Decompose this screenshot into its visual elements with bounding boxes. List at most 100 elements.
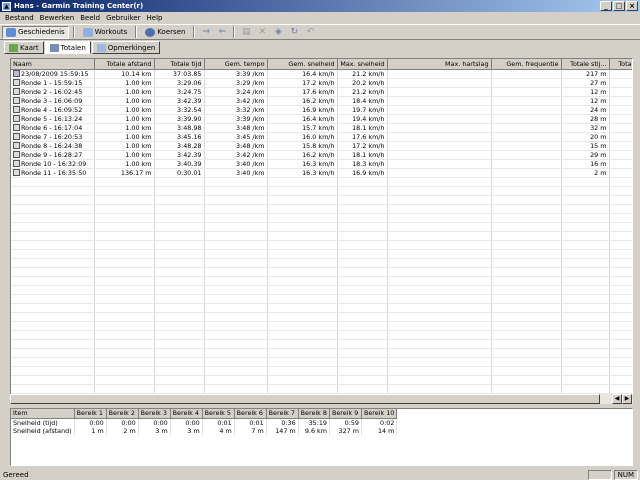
table-row[interactable]: Ronde 11 - 16:35:50 136.17 m 0:30.01 3:40 /… — [11, 168, 632, 178]
table-row[interactable]: Ronde 6 - 16:17:04 1.00 km 3:48.98 3:48 /km… — [11, 123, 632, 133]
empty-row — [11, 240, 632, 250]
zone-column-header[interactable]: Bereik 7 — [266, 409, 299, 419]
empty-cell — [387, 186, 492, 196]
tab-kaart[interactable]: Kaart — [4, 41, 44, 54]
empty-cell — [337, 267, 388, 277]
empty-cell — [491, 276, 562, 286]
table-cell — [387, 150, 492, 160]
empty-cell — [337, 213, 388, 223]
table-row[interactable]: Ronde 2 - 16:02:45 1.00 km 3:24.75 3:24 /km… — [11, 87, 632, 97]
row-name: Ronde 6 - 16:17:04 — [21, 123, 83, 132]
table-row[interactable]: Ronde 9 - 16:28:27 1.00 km 3:42.39 3:42 /km… — [11, 150, 632, 160]
empty-cell — [337, 195, 388, 205]
zone-column-header[interactable]: Bereik 8 — [298, 409, 330, 419]
column-header[interactable]: Totale afstand — [94, 59, 155, 70]
row-name: 23/08/2009 15:59:15 — [21, 69, 89, 78]
paste-icon[interactable]: ▤ — [239, 26, 253, 38]
table-row[interactable]: Ronde 5 - 16:13:24 1.00 km 3:39.90 3:39 /km… — [11, 114, 632, 124]
empty-cell — [387, 276, 492, 286]
table-row[interactable]: Ronde 3 - 16:06:09 1.00 km 3:42.39 3:42 /km… — [11, 96, 632, 106]
empty-row — [11, 330, 632, 340]
zone-column-header[interactable]: Bereik 4 — [170, 409, 203, 419]
empty-cell — [94, 384, 155, 394]
zone-column-header[interactable]: Bereik 9 — [329, 409, 362, 419]
maximize-button[interactable]: □ — [613, 1, 625, 11]
table-cell — [387, 105, 492, 115]
column-header[interactable]: Gem. tempo — [204, 59, 268, 70]
menu-gebruiker[interactable]: Gebruiker — [103, 14, 143, 22]
table-cell — [491, 114, 562, 124]
close-button[interactable]: × — [626, 1, 638, 11]
empty-cell — [94, 186, 155, 196]
menu-beeld[interactable]: Beeld — [77, 14, 103, 22]
empty-cell — [94, 375, 155, 385]
empty-cell — [94, 339, 155, 349]
zone-column-header[interactable]: Bereik 1 — [74, 409, 107, 419]
column-header[interactable]: Max. snelheid — [337, 59, 388, 70]
scrollbar-thumb[interactable] — [10, 394, 600, 404]
empty-cell — [154, 276, 205, 286]
table-row[interactable]: Ronde 8 - 16:24:38 1.00 km 3:48.28 3:48 /km… — [11, 141, 632, 151]
table-row[interactable]: Ronde 10 - 16:32:09 1.00 km 3:40.39 3:40 /k… — [11, 159, 632, 169]
empty-cell — [491, 384, 562, 394]
column-header[interactable]: Totale stij... — [561, 59, 610, 70]
empty-cell — [94, 240, 155, 250]
table-cell: 3:42 /km — [204, 96, 268, 106]
zone-column-header[interactable]: Bereik 3 — [138, 409, 171, 419]
empty-cell — [204, 303, 268, 313]
scroll-right-arrow[interactable]: ▶ — [622, 394, 632, 404]
horizontal-scrollbar[interactable]: ◀ ▶ — [10, 394, 633, 404]
empty-cell — [491, 222, 562, 232]
empty-cell — [204, 321, 268, 331]
empty-cell — [154, 267, 205, 277]
table-cell — [491, 150, 562, 160]
empty-cell — [609, 213, 632, 223]
import-icon[interactable]: ↻ — [287, 26, 301, 38]
zone-column-header[interactable]: Bereik 6 — [234, 409, 267, 419]
tab-geschiedenis[interactable]: Geschiedenis — [2, 25, 69, 39]
zone-cell: 0:02 — [361, 418, 398, 427]
column-header[interactable]: Max. hartslag — [387, 59, 492, 70]
zone-column-header[interactable]: Bereik 2 — [106, 409, 139, 419]
tab-opmerkingen[interactable]: Opmerkingen — [91, 41, 161, 54]
column-header[interactable]: Gem. snelheid — [267, 59, 338, 70]
zone-column-header[interactable]: Bereik 5 — [202, 409, 235, 419]
undo-icon[interactable]: ↶ — [303, 26, 317, 38]
tab-workouts[interactable]: Workouts — [79, 26, 132, 39]
scroll-left-arrow[interactable]: ◀ — [612, 394, 622, 404]
column-header[interactable]: Totale tijd — [154, 59, 205, 70]
zone-column-header[interactable]: Item — [11, 409, 75, 419]
delete-icon[interactable]: ✕ — [255, 26, 269, 38]
tab-koersen[interactable]: Koersen — [141, 26, 189, 39]
properties-icon[interactable]: ◈ — [271, 26, 285, 38]
menu-bestand[interactable]: Bestand — [2, 14, 37, 22]
empty-cell — [267, 339, 338, 349]
receive-from-device-icon[interactable]: ⇐ — [215, 26, 229, 38]
empty-cell — [337, 285, 388, 295]
menu-bewerken[interactable]: Bewerken — [37, 14, 78, 22]
table-row[interactable]: Ronde 1 - 15:59:15 1.00 km 3:29.06 3:29 /km… — [11, 78, 632, 88]
tab-totalen[interactable]: Totalen — [44, 41, 91, 54]
menu-help[interactable]: Help — [144, 14, 166, 22]
table-cell: 17.2 km/h — [267, 78, 338, 88]
activity-icon — [13, 70, 20, 77]
empty-cell — [267, 321, 338, 331]
lap-icon — [13, 88, 20, 95]
zones-header-row: Item Bereik 1 Bereik 2 Bereik 3 Bereik 4 Bere… — [11, 409, 398, 419]
table-cell — [609, 150, 632, 160]
empty-cell — [387, 339, 492, 349]
empty-row — [11, 267, 632, 277]
column-header[interactable]: Gem. frequentie — [491, 59, 562, 70]
empty-cell — [94, 357, 155, 367]
column-header[interactable]: Tota — [609, 59, 632, 70]
send-to-device-icon[interactable]: ⇒ — [199, 26, 213, 38]
table-row[interactable]: Ronde 4 - 16:09:52 1.00 km 3:32.54 3:32 /km… — [11, 105, 632, 115]
minimize-button[interactable]: _ — [600, 1, 612, 11]
column-header[interactable]: Naam — [11, 59, 95, 70]
table-row[interactable]: Ronde 7 - 16:20:53 1.00 km 3:45.16 3:45 /km… — [11, 132, 632, 142]
zone-cell: 147 m — [266, 426, 299, 435]
empty-cell — [204, 267, 268, 277]
table-row[interactable]: 23/08/2009 15:59:15 10.14 km 37:03.85 3:39 … — [11, 69, 632, 79]
table-cell: 3:24 /km — [204, 87, 268, 97]
zone-column-header[interactable]: Bereik 10 — [361, 409, 398, 419]
